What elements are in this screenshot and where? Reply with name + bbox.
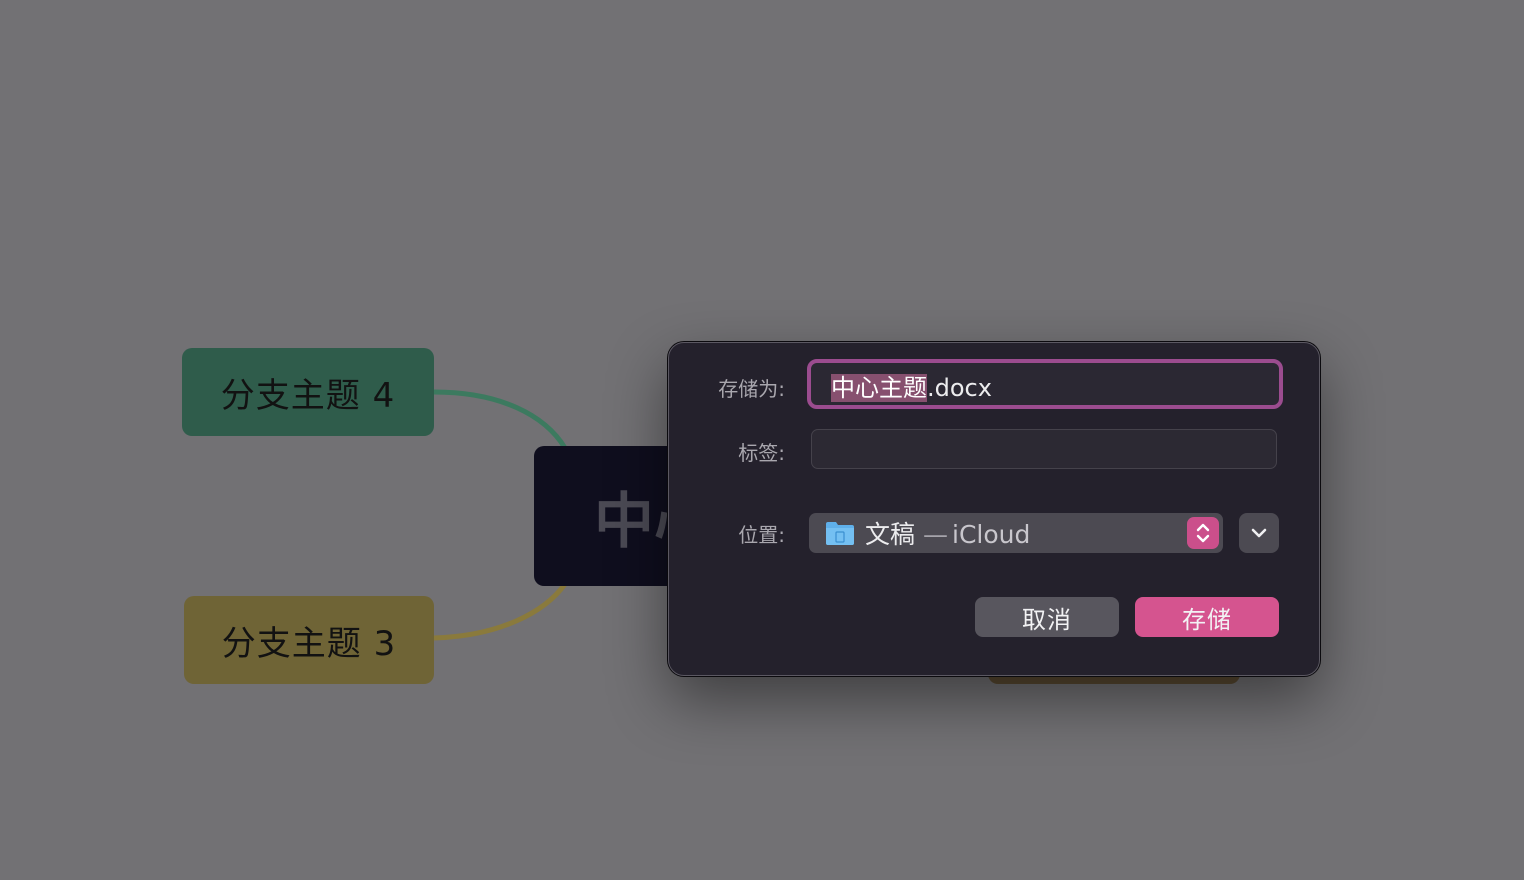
stepper-icon[interactable] bbox=[1187, 517, 1219, 549]
branch-topic-4[interactable]: 分支主题 4 bbox=[182, 348, 434, 436]
expand-dialog-button[interactable] bbox=[1239, 513, 1279, 553]
cancel-button[interactable]: 取消 bbox=[975, 597, 1119, 637]
save-dialog: 存储为: 中心主题.docx 标签: 位置: 文稿 — iCloud 取消 存储 bbox=[668, 342, 1320, 676]
folder-icon bbox=[825, 520, 855, 546]
save-as-label: 存储为: bbox=[718, 377, 785, 401]
mindmap-canvas: 分支主题 4 分支主题 3 中心 存储为: 中心主题.docx 标签: 位置: … bbox=[0, 0, 1524, 880]
tags-input[interactable] bbox=[811, 429, 1277, 469]
chevron-down-icon bbox=[1250, 524, 1268, 543]
branch-topic-4-label: 分支主题 4 bbox=[220, 375, 396, 416]
location-label: 位置: bbox=[738, 523, 785, 547]
location-folder-name: 文稿 bbox=[865, 520, 916, 549]
branch-topic-3[interactable]: 分支主题 3 bbox=[184, 596, 434, 684]
connector-branch-4 bbox=[433, 389, 568, 450]
filename-extension: .docx bbox=[927, 374, 992, 402]
location-separator: — bbox=[923, 520, 949, 549]
location-select[interactable]: 文稿 — iCloud bbox=[809, 513, 1223, 553]
filename-selected-text: 中心主题 bbox=[831, 374, 927, 402]
filename-input[interactable]: 中心主题.docx bbox=[807, 359, 1283, 409]
connector-branch-3 bbox=[433, 582, 568, 641]
branch-topic-3-label: 分支主题 3 bbox=[221, 623, 397, 664]
location-cloud-name: iCloud bbox=[952, 520, 1031, 549]
location-value: 文稿 — iCloud bbox=[865, 515, 1030, 551]
tags-label: 标签: bbox=[738, 441, 785, 465]
save-button[interactable]: 存储 bbox=[1135, 597, 1279, 637]
